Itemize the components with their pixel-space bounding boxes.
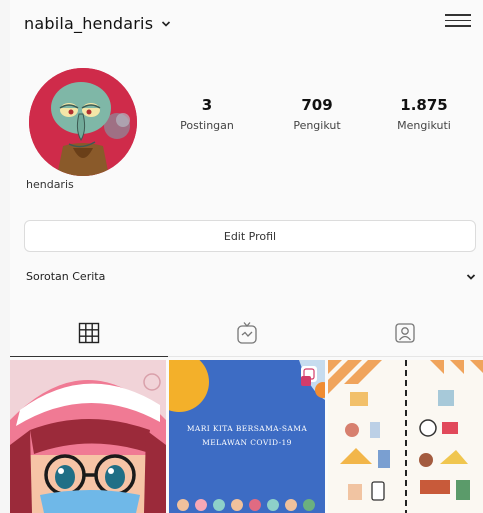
top-header: nabila_hendaris — [10, 0, 483, 48]
posts-count-value: 3 — [201, 96, 213, 114]
story-highlights-title: Sorotan Cerita — [26, 270, 106, 283]
following-count-label: Mengikuti — [397, 119, 451, 132]
post-caption-line: MELAWAN COVID-19 — [202, 438, 292, 447]
post-caption: MARI KITA BERSAMA-SAMA MELAWAN COVID-19 — [169, 422, 325, 450]
profile-tabs — [10, 310, 483, 357]
tab-posts-grid[interactable] — [10, 310, 168, 357]
posts-count-label: Postingan — [180, 119, 234, 132]
post-thumbnail[interactable] — [10, 360, 166, 513]
followers-count[interactable]: 709 Pengikut — [262, 96, 372, 132]
covid-infographic-post-icon — [328, 360, 483, 513]
profile-screen: nabila_hendaris 3 Postingan 709 Pengikut… — [10, 0, 483, 513]
followers-count-label: Pengikut — [293, 119, 341, 132]
username-label: nabila_hendaris — [24, 14, 154, 33]
display-name: hendaris — [26, 178, 74, 191]
grid-icon — [78, 322, 100, 344]
posts-count[interactable]: 3 Postingan — [152, 96, 262, 132]
squidward-avatar-icon — [29, 68, 137, 176]
followers-count-value: 709 — [301, 96, 333, 114]
edit-profile-button[interactable]: Edit Profil — [24, 220, 476, 252]
tab-igtv[interactable] — [168, 310, 326, 356]
post-thumbnail[interactable] — [328, 360, 483, 513]
post-thumbnail[interactable]: MARI KITA BERSAMA-SAMA MELAWAN COVID-19 — [169, 360, 325, 513]
tagged-icon — [395, 323, 415, 343]
account-switcher[interactable]: nabila_hendaris — [24, 14, 171, 33]
chevron-down-icon[interactable] — [466, 272, 476, 282]
chevron-down-icon — [162, 20, 171, 27]
post-caption-line: MARI KITA BERSAMA-SAMA — [186, 424, 308, 433]
posts-grid: MARI KITA BERSAMA-SAMA MELAWAN COVID-19 — [10, 360, 483, 513]
following-count-value: 1.875 — [400, 96, 448, 114]
tab-tagged[interactable] — [326, 310, 483, 356]
story-highlights[interactable]: Sorotan Cerita — [24, 266, 476, 290]
avatar[interactable] — [29, 68, 137, 176]
igtv-icon — [237, 322, 257, 344]
menu-icon[interactable] — [445, 12, 471, 34]
anime-girl-post-icon — [10, 360, 166, 513]
following-count[interactable]: 1.875 Mengikuti — [369, 96, 479, 132]
